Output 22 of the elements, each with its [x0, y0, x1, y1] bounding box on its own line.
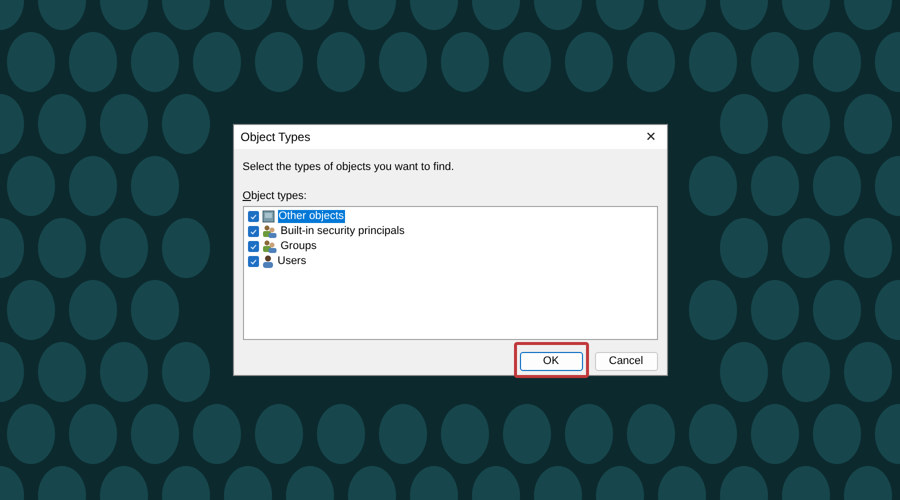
dialog-button[interactable]: OK — [520, 352, 582, 371]
check-icon — [250, 214, 256, 220]
dialog-button[interactable]: Cancel — [594, 352, 658, 371]
checkbox[interactable] — [248, 241, 258, 252]
list-item[interactable]: Users — [276, 255, 308, 268]
list-label: Object types: — [242, 188, 308, 204]
check-icon — [250, 228, 256, 234]
check-icon — [250, 244, 256, 250]
checkbox[interactable] — [248, 256, 258, 267]
list-item[interactable]: Built-in security principals — [280, 225, 406, 238]
list-item[interactable]: Groups — [280, 240, 318, 253]
checkbox[interactable] — [248, 226, 258, 237]
instruction-text: Select the types of objects you want to find. — [242, 160, 456, 175]
people-icon — [262, 240, 276, 253]
list-item[interactable]: Other objects — [278, 210, 345, 223]
computer-icon — [262, 210, 274, 223]
people-icon — [262, 225, 276, 238]
close-button[interactable]: ✕ — [642, 127, 660, 147]
check-icon — [250, 258, 256, 264]
window-title: Object Types — [240, 129, 310, 146]
person-icon — [262, 255, 274, 268]
checkbox[interactable] — [248, 211, 258, 222]
